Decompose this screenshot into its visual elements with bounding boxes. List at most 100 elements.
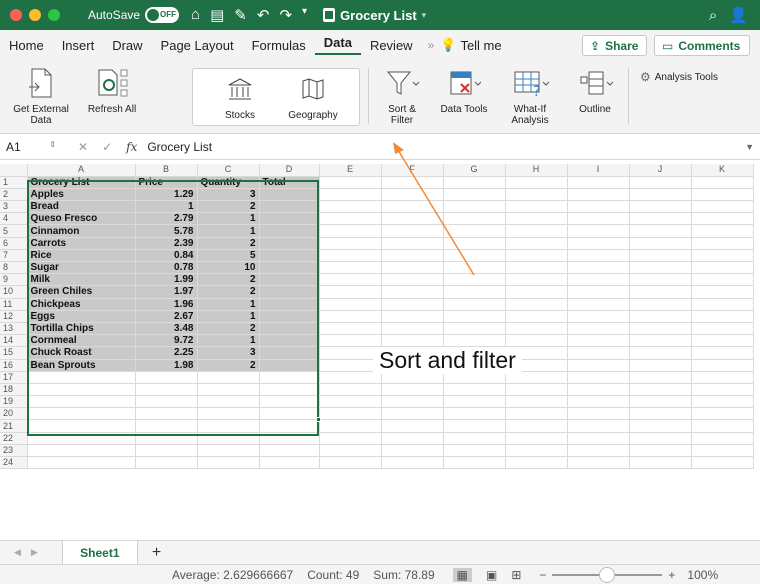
row-header[interactable]: 5 [0, 224, 28, 238]
cell[interactable] [381, 407, 444, 421]
cell[interactable] [259, 419, 320, 433]
tab-draw[interactable]: Draw [103, 38, 151, 53]
cell[interactable] [505, 395, 568, 409]
cell[interactable] [135, 419, 198, 433]
cell[interactable]: 1.29 [135, 188, 198, 202]
cell[interactable] [27, 456, 136, 470]
row-header[interactable]: 15 [0, 346, 28, 360]
cell[interactable] [629, 334, 692, 348]
cell[interactable] [381, 432, 444, 445]
row-header[interactable]: 4 [0, 212, 28, 226]
cell[interactable] [691, 273, 754, 287]
cell[interactable] [197, 444, 260, 458]
cell[interactable] [629, 322, 692, 336]
cell[interactable] [259, 285, 320, 299]
cell[interactable] [691, 212, 754, 226]
cell[interactable] [381, 444, 444, 458]
confirm-icon[interactable]: ✓ [102, 140, 112, 154]
cell[interactable] [443, 200, 506, 214]
row-header[interactable]: 22 [0, 432, 28, 445]
cell[interactable]: 1 [197, 212, 260, 226]
column-header-j[interactable]: J [629, 164, 692, 177]
row-header[interactable]: 16 [0, 359, 28, 372]
cell[interactable]: 5 [197, 249, 260, 263]
share-button[interactable]: ⇪ Share [582, 35, 647, 56]
cell[interactable] [505, 212, 568, 226]
cell[interactable]: 1.96 [135, 298, 198, 311]
cell[interactable] [381, 298, 444, 311]
zoom-in-button[interactable]: + [668, 568, 675, 582]
cell[interactable] [629, 432, 692, 445]
cell[interactable]: 1 [197, 310, 260, 323]
cell[interactable] [319, 419, 382, 433]
cell[interactable] [319, 188, 382, 202]
cell[interactable] [381, 419, 444, 433]
cell[interactable] [197, 456, 260, 470]
cell[interactable]: 9.72 [135, 334, 198, 348]
cell[interactable] [443, 456, 506, 470]
cell[interactable] [381, 224, 444, 238]
cell[interactable] [691, 395, 754, 409]
cell[interactable] [381, 273, 444, 287]
formula-input[interactable]: Grocery List [147, 140, 212, 154]
cell[interactable]: 2.25 [135, 346, 198, 360]
cell[interactable]: 1 [197, 224, 260, 238]
column-header-d[interactable]: D [259, 164, 320, 177]
cell[interactable] [259, 322, 320, 336]
cell[interactable] [691, 346, 754, 360]
fill-handle[interactable] [316, 417, 321, 422]
cell[interactable] [691, 334, 754, 348]
row-header[interactable]: 1 [0, 176, 28, 189]
cell[interactable] [319, 249, 382, 263]
column-header-f[interactable]: F [381, 164, 444, 177]
cell[interactable] [505, 261, 568, 275]
row-header[interactable]: 11 [0, 298, 28, 311]
cell[interactable] [567, 395, 630, 409]
cell[interactable] [135, 456, 198, 470]
cell[interactable] [567, 200, 630, 214]
sheet-tab-sheet1[interactable]: Sheet1 [61, 540, 138, 565]
cell[interactable] [381, 249, 444, 263]
name-box-stepper-icon[interactable]: ⇕ [49, 140, 56, 154]
redo-icon[interactable]: ↷ [279, 6, 292, 24]
row-header[interactable]: 24 [0, 456, 28, 470]
header-cell[interactable]: Price [135, 176, 198, 189]
row-header[interactable]: 2 [0, 188, 28, 202]
cell[interactable]: 1.98 [135, 359, 198, 372]
cell[interactable] [567, 407, 630, 421]
cell[interactable] [319, 456, 382, 470]
cell[interactable] [691, 407, 754, 421]
cell[interactable] [443, 224, 506, 238]
row-header[interactable]: 19 [0, 395, 28, 409]
cell[interactable] [259, 212, 320, 226]
cell[interactable] [319, 298, 382, 311]
cell[interactable] [259, 346, 320, 360]
row-header[interactable]: 17 [0, 371, 28, 384]
row-header[interactable]: 6 [0, 237, 28, 250]
next-sheet-icon[interactable]: ▶ [31, 547, 38, 558]
select-all-corner[interactable] [0, 164, 28, 177]
home-icon[interactable]: ⌂ [191, 6, 200, 24]
cell[interactable] [567, 346, 630, 360]
cell[interactable] [691, 298, 754, 311]
search-icon[interactable]: ⌕ [709, 7, 717, 24]
cell[interactable]: Cornmeal [27, 334, 136, 348]
cell[interactable] [567, 359, 630, 372]
cell[interactable] [259, 407, 320, 421]
cell[interactable] [567, 322, 630, 336]
row-header[interactable]: 21 [0, 419, 28, 433]
cell[interactable] [629, 273, 692, 287]
cell[interactable] [629, 346, 692, 360]
cell[interactable] [135, 371, 198, 384]
tab-data[interactable]: Data [314, 35, 361, 55]
cell[interactable] [629, 285, 692, 299]
cell[interactable] [629, 456, 692, 470]
cell[interactable] [443, 334, 506, 348]
cell[interactable] [259, 261, 320, 275]
cell[interactable]: Cinnamon [27, 224, 136, 238]
geography-button[interactable]: Geography [278, 72, 348, 121]
cell[interactable] [629, 176, 692, 189]
cell[interactable] [691, 359, 754, 372]
column-header-a[interactable]: A [27, 164, 136, 177]
cell[interactable] [443, 176, 506, 189]
